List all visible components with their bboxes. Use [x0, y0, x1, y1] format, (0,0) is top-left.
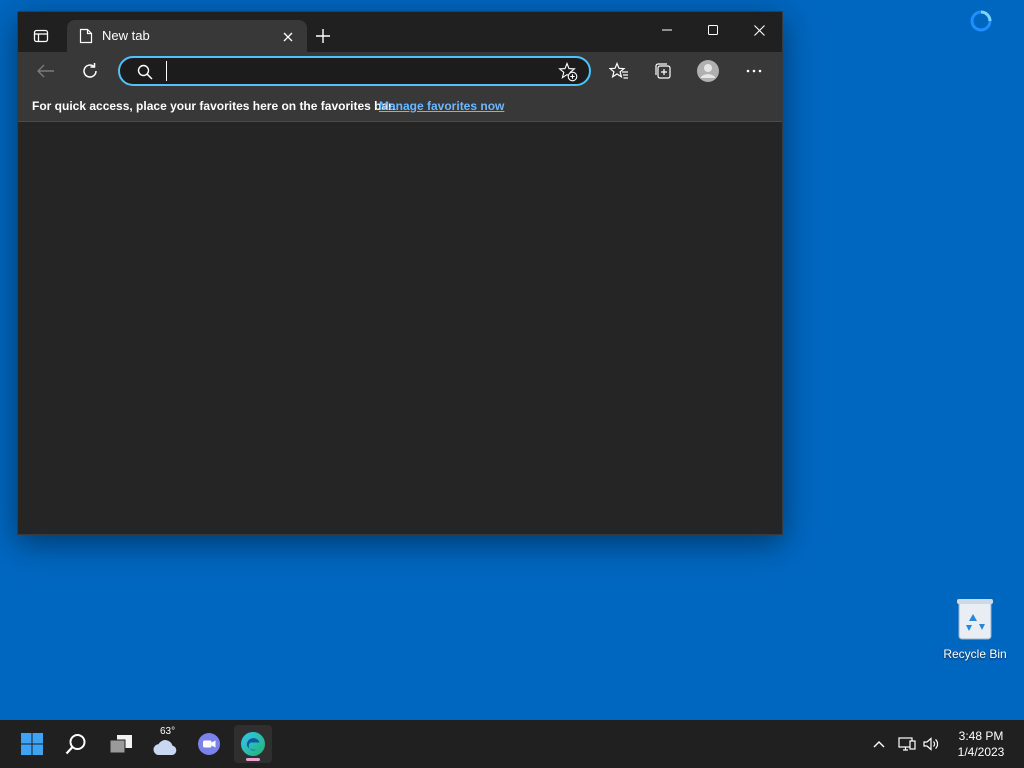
manage-favorites-link[interactable]: Manage favorites now — [379, 99, 504, 113]
address-input[interactable] — [166, 61, 546, 81]
favorites-bar-message: For quick access, place your favorites h… — [32, 99, 396, 113]
clock-date: 1/4/2023 — [957, 745, 1005, 759]
profile-button[interactable] — [692, 56, 724, 86]
task-view-icon — [109, 735, 132, 754]
close-icon — [283, 32, 293, 42]
back-arrow-icon — [37, 64, 54, 78]
collections-icon — [655, 63, 671, 79]
browser-window: New tab For quick access, place your fav… — [17, 11, 783, 535]
search-button[interactable] — [57, 725, 95, 763]
title-bar: New tab — [18, 12, 782, 52]
taskbar: 63° 3:48 PM 1/4/2023 — [0, 720, 1024, 768]
start-button[interactable] — [13, 725, 51, 763]
recycle-bin-shortcut[interactable]: Recycle Bin — [938, 594, 1012, 664]
plus-icon — [316, 29, 330, 43]
new-tab-button[interactable] — [310, 24, 336, 48]
settings-more-button[interactable] — [738, 56, 770, 86]
recycle-bin-icon — [957, 599, 993, 640]
navigation-toolbar — [18, 52, 782, 90]
favorites-bar: For quick access, place your favorites h… — [18, 90, 782, 122]
refresh-icon — [83, 63, 97, 78]
show-hidden-icons-button[interactable] — [867, 732, 891, 756]
avatar-icon — [697, 60, 719, 82]
chevron-up-icon — [873, 741, 885, 748]
clock[interactable]: 3:48 PM 1/4/2023 — [946, 728, 1016, 760]
add-favorite-icon[interactable] — [558, 62, 578, 82]
close-icon — [753, 24, 765, 36]
search-icon — [137, 64, 153, 80]
recycle-bin-label: Recycle Bin — [943, 647, 1007, 661]
loading-ring-icon — [970, 10, 992, 32]
edge-taskbar-button[interactable] — [234, 725, 272, 763]
more-icon — [746, 69, 762, 73]
maximize-icon — [708, 25, 718, 35]
windows-start-icon — [21, 733, 43, 755]
tab-new-tab[interactable]: New tab — [67, 20, 307, 52]
favorites-icon — [609, 62, 628, 79]
teams-chat-button[interactable] — [190, 725, 228, 763]
search-icon — [65, 734, 86, 755]
tab-actions-button[interactable] — [26, 24, 56, 48]
clock-time: 3:48 PM — [958, 729, 1004, 743]
address-bar[interactable] — [118, 56, 591, 86]
minimize-button[interactable] — [644, 12, 690, 48]
weather-widget[interactable]: 63° — [146, 725, 184, 763]
minimize-icon — [662, 29, 672, 31]
tab-actions-icon — [33, 29, 49, 43]
close-tab-button[interactable] — [279, 28, 297, 46]
active-app-indicator — [246, 758, 260, 761]
weather-temperature: 63° — [160, 726, 176, 737]
refresh-button[interactable] — [74, 56, 106, 86]
edge-browser-icon — [241, 732, 265, 756]
close-window-button[interactable] — [736, 12, 782, 48]
maximize-button[interactable] — [690, 12, 736, 48]
page-content — [18, 122, 782, 534]
volume-icon — [923, 737, 939, 751]
task-view-button[interactable] — [102, 725, 140, 763]
chat-icon — [198, 733, 220, 755]
cloud-icon — [153, 740, 177, 755]
volume-button[interactable] — [919, 732, 943, 756]
collections-button[interactable] — [647, 56, 679, 86]
page-icon — [79, 28, 93, 44]
network-icon — [898, 737, 916, 751]
favorites-button[interactable] — [603, 56, 635, 86]
tab-title: New tab — [102, 28, 150, 43]
network-button[interactable] — [895, 732, 919, 756]
back-button[interactable] — [30, 56, 62, 86]
